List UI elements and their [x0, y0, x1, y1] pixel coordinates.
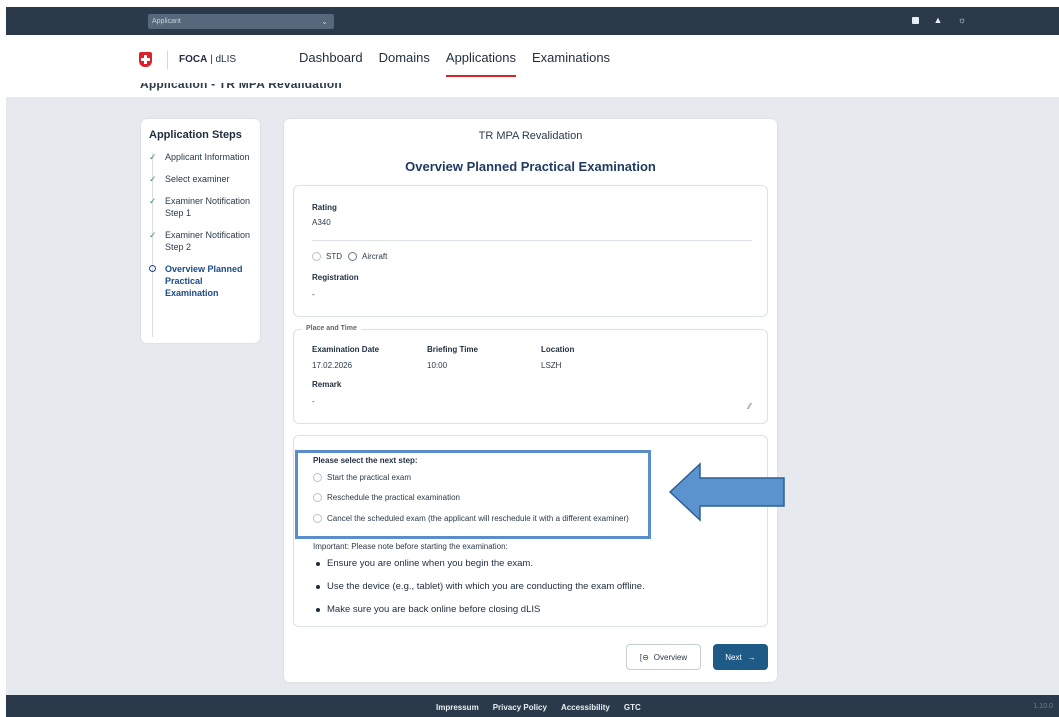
brand-logo[interactable]: FOCA | dLIS: [179, 54, 236, 65]
step-overview-planned-exam[interactable]: Overview Planned Practical Examination: [149, 263, 252, 299]
app-frame: Applicant ⌄ ▲ ☼ FOCA | dLIS Dashboard Do…: [6, 7, 1059, 717]
annotation-highlight-box: [295, 450, 651, 539]
footer-link-impressum[interactable]: Impressum: [436, 703, 479, 712]
role-select[interactable]: Applicant ⌄: [148, 14, 334, 29]
briefing-time-label: Briefing Time: [427, 345, 478, 354]
examination-date-value: 17.02.2026: [312, 361, 353, 370]
footer-link-gtc[interactable]: GTC: [624, 703, 641, 712]
overview-button[interactable]: [⊖ Overview: [626, 644, 701, 670]
exit-icon: [⊖: [639, 652, 649, 662]
step-label: Examiner Notification Step 1: [165, 196, 251, 218]
steps-title: Application Steps: [149, 129, 242, 141]
step-applicant-information[interactable]: ✓ Applicant Information: [149, 151, 252, 163]
top-bar: Applicant ⌄ ▲ ☼: [6, 7, 1059, 35]
check-icon: ✓: [149, 152, 157, 162]
step-label: Applicant Information: [165, 152, 250, 162]
registration-value: -: [312, 290, 315, 299]
nav-item-examinations[interactable]: Examinations: [532, 50, 610, 77]
step-label: Examiner Notification Step 2: [165, 230, 251, 252]
radio-aircraft-label: Aircraft: [362, 252, 388, 261]
swiss-shield-icon: [139, 52, 152, 67]
app-version: 1.10.0: [1033, 703, 1053, 710]
next-button[interactable]: Next →: [713, 644, 768, 670]
main-navbar: FOCA | dLIS Dashboard Domains Applicatio…: [6, 35, 1059, 83]
nav-item-applications[interactable]: Applications: [445, 50, 517, 77]
footer-link-accessibility[interactable]: Accessibility: [561, 703, 610, 712]
divider: [312, 240, 752, 241]
footer-link-privacy-policy[interactable]: Privacy Policy: [493, 703, 547, 712]
arrow-right-icon: →: [747, 652, 756, 662]
instructions-list: Ensure you are online when you begin the…: [313, 558, 645, 627]
list-item: Use the device (e.g., tablet) with which…: [313, 581, 645, 592]
page-header: Application - TR MPA Revalidation: [6, 83, 1059, 97]
chevron-down-icon: ⌄: [321, 17, 328, 26]
nav-item-domains[interactable]: Domains: [379, 50, 430, 77]
annotation-arrow-icon: [668, 462, 788, 522]
brand-suffix: | dLIS: [207, 54, 237, 65]
step-select-examiner[interactable]: ✓ Select examiner: [149, 173, 252, 185]
step-examiner-notification-1[interactable]: ✓ Examiner Notification Step 1: [149, 195, 252, 219]
check-icon: ✓: [149, 174, 157, 184]
remark-label: Remark: [312, 380, 342, 389]
help-icon[interactable]: [912, 16, 919, 24]
examination-date-label: Examination Date: [312, 345, 380, 354]
check-icon: ✓: [149, 196, 157, 206]
rating-label: Rating: [312, 203, 337, 212]
radio-std-label: STD: [326, 252, 342, 261]
current-step-icon: [149, 263, 159, 275]
list-item: Make sure you are back online before clo…: [313, 604, 645, 615]
list-item: Ensure you are online when you begin the…: [313, 558, 645, 569]
remark-value[interactable]: -: [312, 397, 315, 406]
registration-label: Registration: [312, 273, 359, 282]
step-label: Select examiner: [165, 174, 230, 184]
place-and-time-panel: Place and Time Examination Date 17.02.20…: [293, 325, 768, 424]
page-header-title: Application - TR MPA Revalidation: [140, 83, 342, 91]
location-label: Location: [541, 345, 575, 354]
footer: Impressum Privacy Policy Accessibility G…: [6, 695, 1059, 717]
textarea-resize-icon[interactable]: ⁄⁄: [748, 402, 751, 411]
theme-toggle-icon[interactable]: ☼: [957, 15, 967, 25]
radio-circle: [348, 252, 357, 262]
location-value: LSZH: [541, 361, 562, 370]
application-subtitle: TR MPA Revalidation: [478, 130, 583, 142]
main-card: TR MPA Revalidation Overview Planned Pra…: [284, 119, 777, 682]
step-examiner-notification-2[interactable]: ✓ Examiner Notification Step 2: [149, 229, 252, 253]
top-bar-icons: ▲ ☼: [912, 15, 967, 25]
nav-menu: Dashboard Domains Applications Examinati…: [299, 50, 610, 77]
place-and-time-legend: Place and Time: [302, 325, 361, 332]
next-button-label: Next: [725, 652, 742, 662]
brand-name: FOCA: [179, 54, 208, 65]
important-note: Important: Please note before starting t…: [313, 542, 508, 551]
check-icon: ✓: [149, 230, 157, 240]
footer-links: Impressum Privacy Policy Accessibility G…: [436, 703, 641, 712]
radio-aircraft[interactable]: Aircraft: [348, 252, 388, 262]
rating-value: A340: [312, 218, 331, 227]
radio-std[interactable]: STD: [312, 252, 342, 262]
page-title: Overview Planned Practical Examination: [405, 159, 656, 174]
application-steps-panel: Application Steps ✓ Applicant Informatio…: [141, 119, 260, 343]
radio-circle: [312, 252, 321, 262]
role-select-value: Applicant: [152, 18, 181, 25]
briefing-time-value: 10:00: [427, 361, 448, 370]
overview-button-label: Overview: [653, 652, 688, 662]
nav-item-dashboard[interactable]: Dashboard: [299, 50, 363, 77]
brand-divider: [167, 51, 168, 69]
user-icon[interactable]: ▲: [933, 15, 943, 25]
step-label: Overview Planned Practical Examination: [165, 264, 243, 298]
rating-panel: Rating A340 STD Aircraft Registration -: [293, 185, 768, 317]
